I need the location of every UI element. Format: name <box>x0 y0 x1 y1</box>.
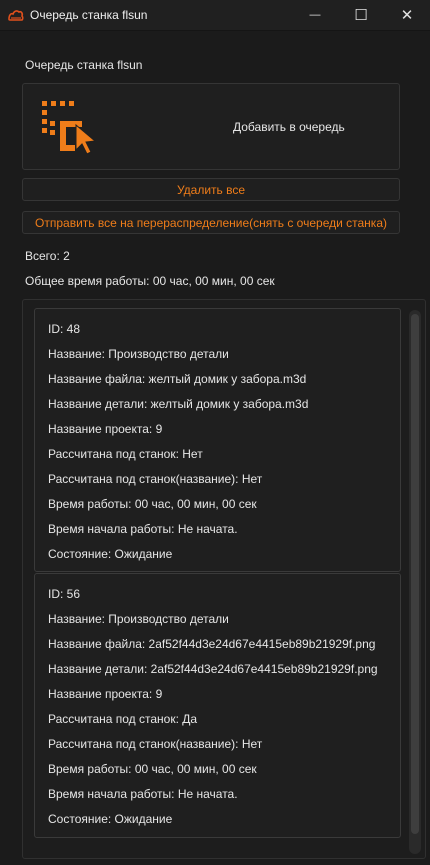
item-file-name: Название файла: желтый домик у забора.m3… <box>48 372 307 386</box>
item-calculated-for-machine-name: Рассчитана под станок(название): Нет <box>48 472 263 486</box>
item-name: Название: Производство детали <box>48 612 229 626</box>
item-calculated-for-machine: Рассчитана под станок: Нет <box>48 447 203 461</box>
item-part-name: Название детали: желтый домик у забора.m… <box>48 397 309 411</box>
item-id: ID: 48 <box>48 322 81 336</box>
total-work-time: Общее время работы: 00 час, 00 мин, 00 с… <box>25 274 275 288</box>
close-button[interactable]: ✕ <box>384 0 430 31</box>
item-state: Состояние: Ожидание <box>48 812 173 826</box>
vertical-scrollbar[interactable] <box>409 310 421 854</box>
item-project-name: Название проекта: 9 <box>48 687 163 701</box>
item-start-time: Время начала работы: Не начата. <box>48 787 238 801</box>
item-calculated-for-machine: Рассчитана под станок: Да <box>48 712 198 726</box>
queue-item[interactable]: ID: 48 Название: Производство детали Наз… <box>34 308 401 572</box>
item-part-name: Название детали: 2af52f44d3e24d67e4415eb… <box>48 662 378 676</box>
maximize-button[interactable]: ☐ <box>338 0 384 31</box>
minimize-icon: — <box>309 9 321 21</box>
add-to-queue-icon <box>39 98 103 156</box>
maximize-icon: ☐ <box>354 7 368 24</box>
add-to-queue-label: Добавить в очередь <box>233 120 345 134</box>
item-file-name: Название файла: 2af52f44d3e24d67e4415eb8… <box>48 637 376 651</box>
item-id: ID: 56 <box>48 587 81 601</box>
item-name: Название: Производство детали <box>48 347 229 361</box>
window-title: Очередь станка flsun <box>30 8 148 22</box>
scrollbar-thumb[interactable] <box>411 314 419 834</box>
queue-list[interactable]: ID: 48 Название: Производство детали Наз… <box>22 299 426 859</box>
queue-item[interactable]: ID: 56 Название: Производство детали Наз… <box>34 573 401 838</box>
item-start-time: Время начала работы: Не начата. <box>48 522 238 536</box>
item-work-time: Время работы: 00 час, 00 мин, 00 сек <box>48 497 257 511</box>
page-title: Очередь станка flsun <box>25 58 143 72</box>
item-project-name: Название проекта: 9 <box>48 422 163 436</box>
main-content: Очередь станка flsun Добавить в очередь … <box>0 31 430 865</box>
close-icon: ✕ <box>400 7 414 24</box>
redistribute-all-button[interactable]: Отправить все на перераспределение(снять… <box>22 211 400 234</box>
item-calculated-for-machine-name: Рассчитана под станок(название): Нет <box>48 737 263 751</box>
item-work-time: Время работы: 00 час, 00 мин, 00 сек <box>48 762 257 776</box>
add-to-queue-button[interactable]: Добавить в очередь <box>22 83 400 170</box>
item-state: Состояние: Ожидание <box>48 547 173 561</box>
minimize-button[interactable]: — <box>292 0 338 31</box>
app-logo-icon <box>8 7 24 23</box>
title-bar: Очередь станка flsun — ☐ ✕ <box>0 0 430 31</box>
delete-all-button[interactable]: Удалить все <box>22 178 400 201</box>
total-count: Всего: 2 <box>25 249 70 263</box>
